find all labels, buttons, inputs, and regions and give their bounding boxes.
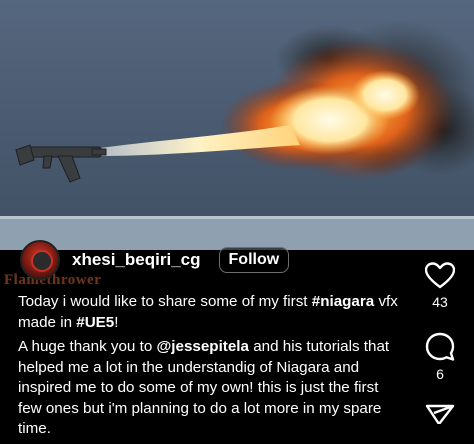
mention-link[interactable]: @jessepitela: [156, 338, 248, 355]
caption-paragraph-2: A huge thank you to @jessepitela and his…: [18, 337, 406, 440]
caption-paragraph-1: Today i would like to share some of my f…: [18, 292, 406, 333]
caption-text: Today i would like to share some of my f…: [18, 293, 312, 310]
comment-action[interactable]: 6: [414, 332, 466, 382]
post-caption: Today i would like to share some of my f…: [18, 292, 406, 444]
caption-text: !: [114, 313, 119, 331]
follow-button[interactable]: Follow: [218, 247, 290, 273]
share-icon[interactable]: [425, 404, 455, 424]
flamethrower-scene-image: [0, 0, 474, 250]
like-action[interactable]: 43: [414, 262, 466, 310]
heart-icon[interactable]: [425, 262, 455, 290]
caption-text: A huge thank you to: [18, 338, 157, 355]
post-header: xhesi_beqiri_cg Follow: [20, 240, 290, 280]
share-action[interactable]: [414, 404, 466, 424]
like-count: 43: [432, 294, 448, 310]
author-username[interactable]: xhesi_beqiri_cg: [72, 250, 201, 270]
action-rail: 43 6: [414, 262, 466, 424]
hashtag-link[interactable]: #niagara: [312, 293, 374, 310]
avatar[interactable]: [20, 240, 60, 280]
post-media[interactable]: [0, 0, 474, 250]
comment-icon[interactable]: [425, 332, 455, 362]
comment-count: 6: [436, 366, 444, 382]
hashtag-link[interactable]: #UE5: [76, 314, 114, 331]
